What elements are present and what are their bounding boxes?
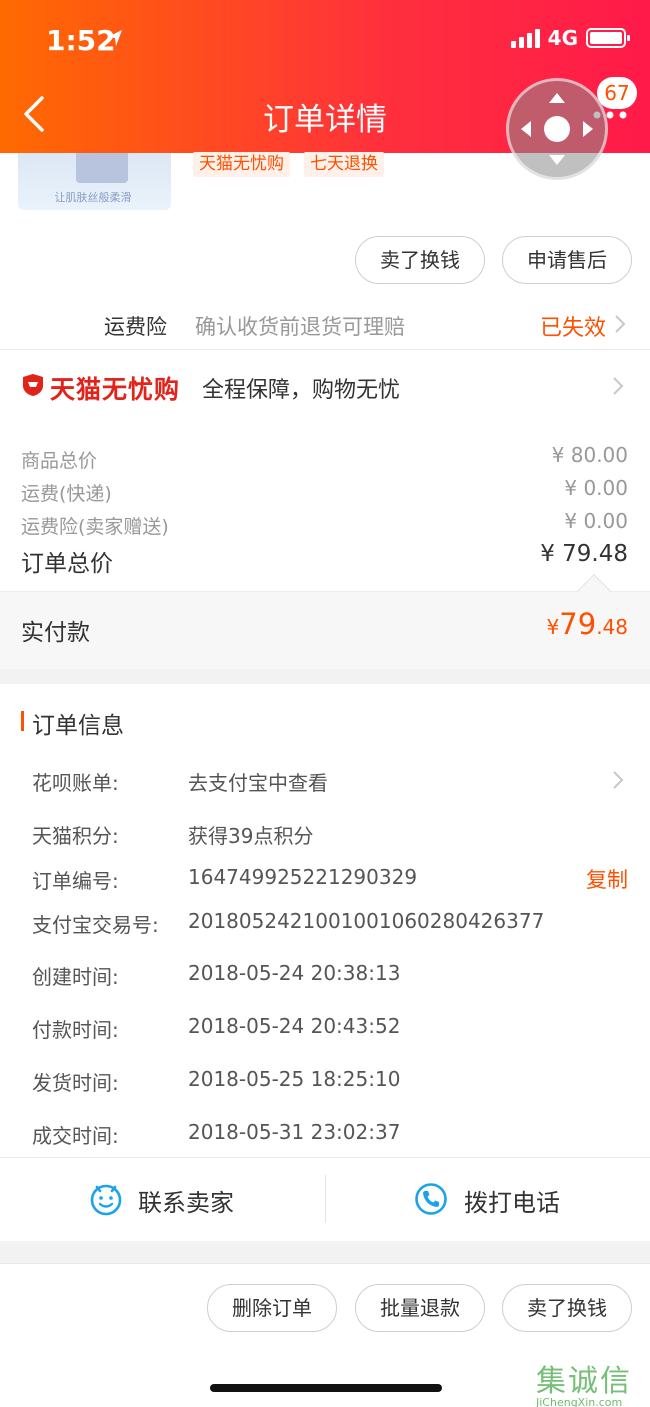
tmall-points-value: 获得39点积分 bbox=[188, 824, 314, 848]
shipping-insurance-fee-label: 运费险(卖家赠送) bbox=[21, 516, 169, 538]
order-number-value: 164749925221290329 bbox=[188, 865, 418, 889]
huabei-bill-value[interactable]: 去支付宝中查看 bbox=[188, 767, 328, 796]
paid-amount-value: ¥79.48 bbox=[547, 607, 628, 641]
call-phone-button[interactable]: 拨打电话 bbox=[464, 1183, 560, 1218]
tmall-guarantee-desc: 全程保障，购物无忧 bbox=[202, 378, 401, 403]
shipping-fee-label: 运费(快递) bbox=[21, 483, 112, 505]
completed-time-value: 2018-05-31 23:02:37 bbox=[188, 1120, 401, 1144]
shipping-insurance-desc: 确认收货前退货可理赔 bbox=[195, 315, 405, 339]
shipping-fee-value: ¥ 0.00 bbox=[564, 476, 628, 500]
status-indicators: 4G bbox=[510, 26, 630, 50]
shipped-time-label: 发货时间: bbox=[32, 1071, 119, 1095]
divider bbox=[0, 349, 650, 350]
tmall-shield-icon bbox=[23, 374, 43, 396]
shipping-insurance-label: 运费险 bbox=[104, 315, 167, 339]
watermark: 集诚信 JiChengXin.com bbox=[536, 1356, 646, 1407]
section-gap bbox=[0, 669, 650, 684]
tmall-guarantee-brand: 天猫无忧购 bbox=[50, 375, 181, 404]
phone-icon[interactable] bbox=[414, 1182, 448, 1216]
product-thumb-caption: 让肌肤丝般柔滑 bbox=[54, 191, 132, 204]
chevron-right-icon[interactable] bbox=[614, 314, 626, 334]
contact-seller-button[interactable]: 联系卖家 bbox=[138, 1183, 234, 1218]
shipping-insurance-fee-value: ¥ 0.00 bbox=[564, 509, 628, 533]
sell-exchange-button[interactable]: 卖了换钱 bbox=[355, 236, 485, 284]
copy-button[interactable]: 复制 bbox=[586, 864, 628, 894]
contact-divider bbox=[325, 1175, 326, 1223]
order-total-value: ¥ 79.48 bbox=[540, 541, 628, 567]
batch-refund-button[interactable]: 批量退款 bbox=[355, 1284, 485, 1332]
delete-order-button[interactable]: 删除订单 bbox=[207, 1284, 337, 1332]
location-arrow-icon bbox=[108, 30, 122, 46]
watermark-text: 集诚信 bbox=[536, 1364, 632, 1399]
apply-after-sale-button[interactable]: 申请售后 bbox=[502, 236, 632, 284]
shipped-time-value: 2018-05-25 18:25:10 bbox=[188, 1067, 401, 1091]
section-accent-bar bbox=[21, 711, 24, 731]
paid-time-label: 付款时间: bbox=[32, 1018, 119, 1042]
goods-total-value: ¥ 80.00 bbox=[551, 443, 628, 467]
alipay-trade-no-value: 2018052421001001060280426377 bbox=[188, 909, 545, 933]
order-total-label: 订单总价 bbox=[21, 551, 113, 577]
alipay-trade-no-label: 支付宝交易号: bbox=[32, 913, 159, 937]
home-indicator[interactable] bbox=[210, 1384, 442, 1392]
huabei-bill-label: 花呗账单: bbox=[32, 771, 119, 795]
dpad-icon bbox=[521, 93, 593, 165]
signal-icon bbox=[510, 28, 540, 48]
paid-time-value: 2018-05-24 20:43:52 bbox=[188, 1014, 401, 1038]
assistive-touch-button[interactable] bbox=[506, 78, 608, 180]
battery-icon bbox=[586, 28, 630, 48]
section-gap bbox=[0, 1241, 650, 1263]
tmall-points-label: 天猫积分: bbox=[32, 824, 119, 848]
paid-integer: 79 bbox=[559, 607, 597, 641]
paid-amount-label: 实付款 bbox=[21, 620, 90, 646]
paid-decimal: .48 bbox=[596, 615, 628, 639]
product-box-image bbox=[76, 153, 128, 183]
shipping-insurance-status[interactable]: 已失效 bbox=[540, 310, 606, 342]
goods-total-label: 商品总价 bbox=[21, 450, 98, 472]
order-info-title: 订单信息 bbox=[32, 713, 124, 739]
tag-tmall-worry-free: 天猫无忧购 bbox=[193, 152, 290, 177]
completed-time-label: 成交时间: bbox=[32, 1124, 119, 1148]
network-type: 4G bbox=[547, 26, 578, 50]
order-number-label: 订单编号: bbox=[32, 869, 119, 893]
sell-exchange-bottom-button[interactable]: 卖了换钱 bbox=[502, 1284, 632, 1332]
created-time-value: 2018-05-24 20:38:13 bbox=[188, 961, 401, 985]
contact-seller-icon[interactable] bbox=[89, 1182, 123, 1216]
paid-currency: ¥ bbox=[546, 615, 560, 639]
watermark-url: JiChengXin.com bbox=[536, 1396, 623, 1407]
tag-seven-day-return: 七天退换 bbox=[304, 152, 384, 177]
chevron-right-icon[interactable] bbox=[612, 376, 624, 396]
product-thumbnail[interactable]: 让肌肤丝般柔滑 bbox=[18, 153, 171, 210]
created-time-label: 创建时间: bbox=[32, 965, 119, 989]
chevron-right-icon[interactable] bbox=[612, 770, 624, 790]
